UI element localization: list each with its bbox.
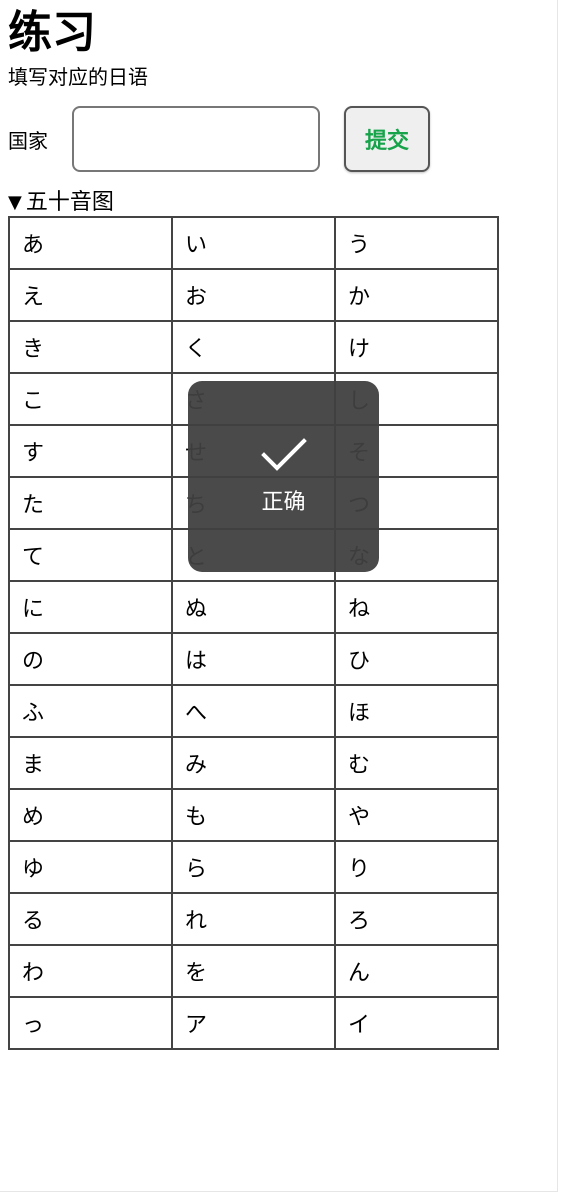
kana-cell: る bbox=[8, 892, 173, 946]
kana-cell: に bbox=[8, 580, 173, 634]
submit-button[interactable]: 提交 bbox=[344, 106, 430, 172]
table-row: のはひ bbox=[8, 632, 499, 686]
kana-cell: え bbox=[8, 268, 173, 322]
table-row: ゆらり bbox=[8, 840, 499, 894]
country-label: 国家 bbox=[8, 128, 48, 153]
kana-cell: ん bbox=[334, 944, 499, 998]
kana-cell: こ bbox=[8, 372, 173, 426]
kana-cell: れ bbox=[171, 892, 336, 946]
kana-cell: の bbox=[8, 632, 173, 686]
table-row: えおか bbox=[8, 268, 499, 322]
kana-cell: む bbox=[334, 736, 499, 790]
kana-cell: ふ bbox=[8, 684, 173, 738]
kana-cell: き bbox=[8, 320, 173, 374]
kana-cell: け bbox=[334, 320, 499, 374]
kana-chart-toggle[interactable]: ▼ 五十音图 bbox=[8, 190, 499, 216]
kana-cell: う bbox=[334, 216, 499, 270]
kana-cell: を bbox=[171, 944, 336, 998]
kana-cell: ぬ bbox=[171, 580, 336, 634]
kana-cell: ゆ bbox=[8, 840, 173, 894]
table-row: めもや bbox=[8, 788, 499, 842]
kana-cell: ろ bbox=[334, 892, 499, 946]
kana-cell: は bbox=[171, 632, 336, 686]
kana-cell: く bbox=[171, 320, 336, 374]
toast-message: 正确 bbox=[261, 489, 306, 515]
kana-cell: ま bbox=[8, 736, 173, 790]
table-row: まみむ bbox=[8, 736, 499, 790]
kana-cell: や bbox=[334, 788, 499, 842]
success-toast: 正确 bbox=[188, 381, 379, 572]
kana-cell: ね bbox=[334, 580, 499, 634]
kana-cell: ほ bbox=[334, 684, 499, 738]
kana-cell: イ bbox=[334, 996, 499, 1050]
kana-cell: っ bbox=[8, 996, 173, 1050]
kana-chart-title: 五十音图 bbox=[25, 190, 114, 215]
table-row: あいう bbox=[8, 216, 499, 270]
kana-cell: ら bbox=[171, 840, 336, 894]
kana-cell: た bbox=[8, 476, 173, 530]
triangle-down-icon: ▼ bbox=[8, 192, 22, 213]
kana-cell: ア bbox=[171, 996, 336, 1050]
kana-cell: へ bbox=[171, 684, 336, 738]
kana-cell: あ bbox=[8, 216, 173, 270]
table-row: わをん bbox=[8, 944, 499, 998]
kana-cell: わ bbox=[8, 944, 173, 998]
page-subtitle: 填写对应的日语 bbox=[8, 65, 148, 89]
kana-cell: す bbox=[8, 424, 173, 478]
check-icon bbox=[260, 437, 307, 471]
kana-cell: も bbox=[171, 788, 336, 842]
table-row: きくけ bbox=[8, 320, 499, 374]
table-row: にぬね bbox=[8, 580, 499, 634]
table-row: ふへほ bbox=[8, 684, 499, 738]
table-row: るれろ bbox=[8, 892, 499, 946]
kana-cell: め bbox=[8, 788, 173, 842]
answer-input[interactable] bbox=[72, 106, 320, 172]
kana-cell: い bbox=[171, 216, 336, 270]
kana-cell: み bbox=[171, 736, 336, 790]
kana-table: あいうえおかきくけこさしすせそたちつてとなにぬねのはひふへほまみむめもやゆらりる… bbox=[8, 216, 499, 1050]
kana-cell: り bbox=[334, 840, 499, 894]
kana-cell: ひ bbox=[334, 632, 499, 686]
table-row: っアイ bbox=[8, 996, 499, 1050]
answer-form: 国家 提交 bbox=[8, 106, 499, 172]
kana-cell: お bbox=[171, 268, 336, 322]
page-title: 练习 bbox=[8, 7, 96, 58]
kana-cell: か bbox=[334, 268, 499, 322]
kana-cell: て bbox=[8, 528, 173, 582]
